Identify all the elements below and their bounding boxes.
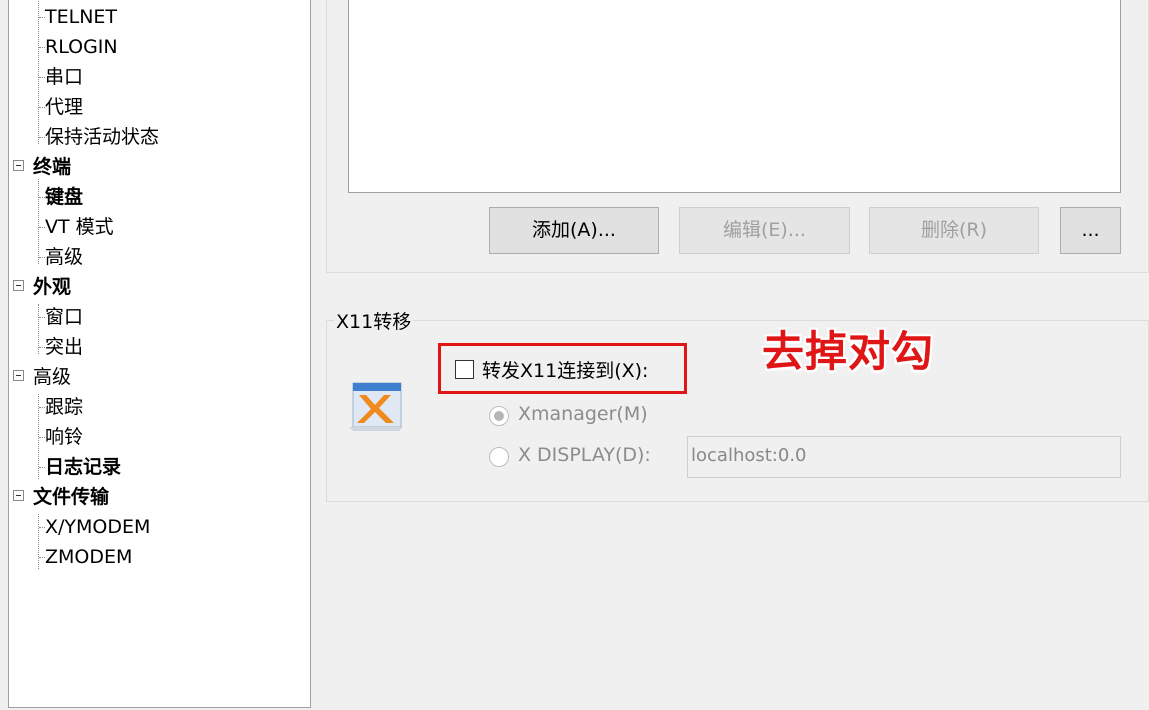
collapse-icon[interactable] — [13, 280, 24, 291]
tree-item-rlogin[interactable]: RLOGIN — [39, 32, 118, 62]
x-display-input[interactable]: localhost:0.0 — [687, 436, 1121, 478]
tree-item-label: 外观 — [33, 276, 72, 298]
tree-item-telnet[interactable]: TELNET — [38, 2, 117, 32]
tree-item-trace[interactable]: 跟踪 — [38, 392, 83, 422]
tree-item-appearance[interactable]: 外观 — [13, 272, 72, 302]
forward-x11-checkbox[interactable] — [455, 360, 474, 379]
xmanager-x-icon — [349, 382, 403, 431]
x11-group-title: X11转移 — [334, 307, 414, 334]
tree-item-terminal-advanced[interactable]: 高级 — [38, 242, 83, 272]
tree-item-highlight[interactable]: 突出 — [38, 332, 83, 362]
tree-item-window[interactable]: 窗口 — [38, 302, 83, 332]
more-button[interactable]: ... — [1060, 207, 1121, 254]
tree-item-keyboard[interactable]: 键盘 — [38, 182, 83, 212]
x-display-radio-label[interactable]: X DISPLAY(D): — [518, 444, 651, 466]
entries-listbox[interactable] — [348, 0, 1121, 193]
tree-item-xymodem[interactable]: X/YMODEM — [38, 512, 150, 542]
tree-item-label: 高级 — [33, 366, 72, 388]
tree-item-bell[interactable]: 响铃 — [38, 422, 83, 452]
tree-item-label: 终端 — [33, 156, 72, 178]
tree-item-vt-mode[interactable]: VT 模式 — [39, 212, 114, 242]
settings-tree[interactable]: TELNET RLOGIN 串口 代理 保持活动状态 终端 键盘 VT 模式 高… — [8, 0, 311, 708]
tree-item-logging[interactable]: 日志记录 — [38, 452, 121, 482]
forward-x11-label[interactable]: 转发X11连接到(X): — [482, 356, 648, 383]
tree-item-proxy[interactable]: 代理 — [38, 92, 83, 122]
tree-item-zmodem[interactable]: ZMODEM — [38, 542, 132, 572]
add-button[interactable]: 添加(A)... — [489, 207, 659, 254]
delete-button[interactable]: 删除(R) — [869, 207, 1039, 254]
tree-item-label: 文件传输 — [33, 486, 110, 508]
x-display-radio[interactable] — [489, 447, 509, 467]
xmanager-radio-label[interactable]: Xmanager(M) — [518, 403, 648, 425]
annotation-text: 去掉对勾 — [762, 327, 935, 376]
collapse-icon[interactable] — [13, 490, 24, 501]
tree-item-serial[interactable]: 串口 — [38, 62, 83, 92]
tree-item-file-transfer[interactable]: 文件传输 — [13, 482, 110, 512]
tree-item-terminal[interactable]: 终端 — [13, 152, 72, 182]
collapse-icon[interactable] — [13, 370, 24, 381]
tree-item-advanced[interactable]: 高级 — [13, 362, 72, 392]
xmanager-radio[interactable] — [489, 406, 509, 426]
tree-item-keepalive[interactable]: 保持活动状态 — [38, 122, 159, 152]
edit-button[interactable]: 编辑(E)... — [679, 207, 850, 254]
collapse-icon[interactable] — [13, 160, 24, 171]
